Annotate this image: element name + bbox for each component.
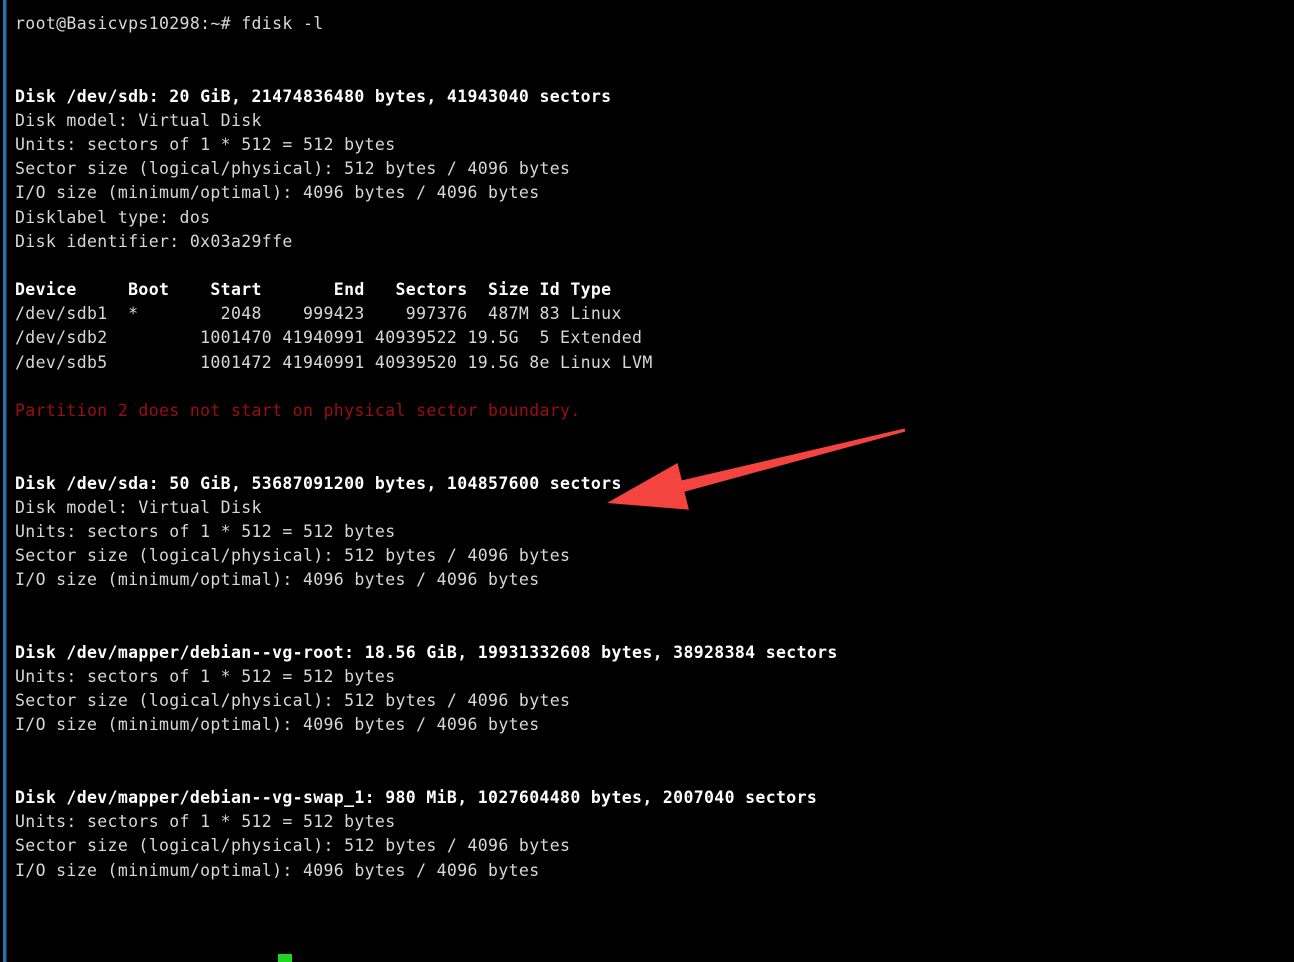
output-line: Disk model: Virtual Disk — [15, 110, 262, 130]
disk-header-line: Disk /dev/mapper/debian--vg-swap_1: 980 … — [15, 788, 818, 807]
output-line: Units: sectors of 1 * 512 = 512 bytes — [15, 812, 396, 832]
disk-header-line: Device Boot Start End Sectors Size Id Ty… — [15, 280, 612, 300]
output-line: Disk identifier: 0x03a29ffe — [15, 231, 293, 251]
warning-line: Partition 2 does not start on physical s… — [15, 401, 581, 420]
prompt-line: root@Basicvps10298:~# fdisk -l — [15, 14, 324, 33]
output-line: Sector size (logical/physical): 512 byte… — [15, 691, 571, 711]
terminal-output-area[interactable]: root@Basicvps10298:~# fdisk -l Disk /dev/… — [0, 0, 1294, 962]
disk-header-line: Disk /dev/sda: 50 GiB, 53687091200 bytes… — [15, 473, 622, 493]
output-line: Units: sectors of 1 * 512 = 512 bytes — [15, 667, 396, 687]
output-line: /dev/sdb5 1001472 41940991 40939520 19.5… — [15, 352, 653, 372]
output-line: I/O size (minimum/optimal): 4096 bytes /… — [15, 860, 540, 880]
output-line: Sector size (logical/physical): 512 byte… — [15, 546, 571, 566]
output-line: /dev/sdb2 1001470 41940991 40939522 19.5… — [15, 328, 643, 348]
terminal-window[interactable]: root@Basicvps10298:~# fdisk -l Disk /dev/… — [0, 0, 1294, 962]
output-line: I/O size (minimum/optimal): 4096 bytes /… — [15, 570, 540, 590]
output-line: Units: sectors of 1 * 512 = 512 bytes — [15, 134, 396, 154]
disk-header-line: Disk /dev/sdb: 20 GiB, 21474836480 bytes… — [15, 86, 612, 106]
terminal-cursor — [278, 954, 292, 962]
disk-header-line: Disk /dev/mapper/debian--vg-root: 18.56 … — [15, 642, 838, 662]
output-line: I/O size (minimum/optimal): 4096 bytes /… — [15, 715, 540, 735]
output-line: Disklabel type: dos — [15, 207, 211, 227]
output-line: Units: sectors of 1 * 512 = 512 bytes — [15, 521, 396, 541]
output-line: Sector size (logical/physical): 512 byte… — [15, 159, 571, 179]
output-line: Sector size (logical/physical): 512 byte… — [15, 836, 571, 856]
output-line: I/O size (minimum/optimal): 4096 bytes /… — [15, 183, 540, 203]
output-line: Disk model: Virtual Disk — [15, 497, 262, 517]
output-line: /dev/sdb1 * 2048 999423 997376 487M 83 L… — [15, 304, 622, 324]
